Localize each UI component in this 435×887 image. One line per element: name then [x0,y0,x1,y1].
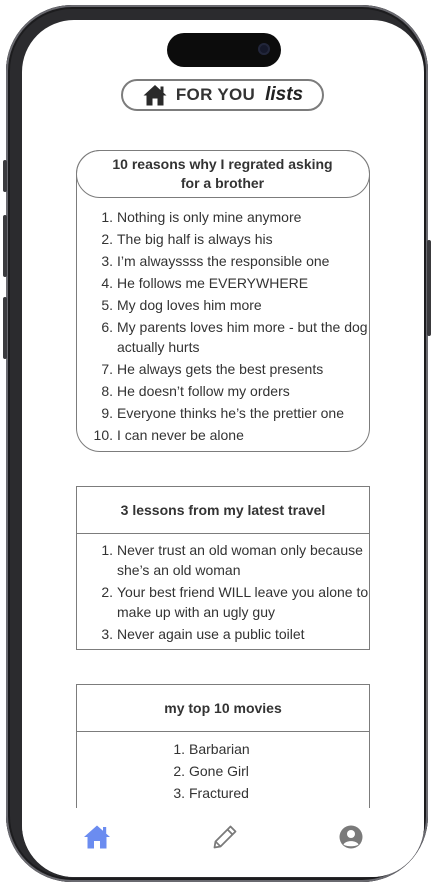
action-button [3,160,7,192]
list-item-text: I can never be alone [117,427,244,443]
tab-profile[interactable] [336,822,366,852]
tab-home[interactable] [82,822,112,852]
dynamic-island [167,33,281,67]
list-item-number: 9. [101,405,113,421]
list-items: 1. Barbarian 2. Gone Girl 3. Fractured [77,732,369,803]
list-item-text: Everyone thinks he’s the prettier one [117,405,344,421]
page-header: FOR YOU lists [121,79,324,111]
list-item: 8. He doesn’t follow my orders [84,381,369,401]
list-item-text: He doesn’t follow my orders [117,383,290,399]
volume-down-button [3,297,7,359]
list-card-title: my top 10 movies [77,685,369,732]
list-item: 1. Never trust an old woman only because … [84,540,369,580]
list-item-number: 3. [101,253,113,269]
list-item: 2. The big half is always his [84,229,369,249]
list-item-number: 8. [101,383,113,399]
list-items: 1. Never trust an old woman only because … [77,534,369,644]
list-item: 4. He follows me EVERYWHERE [84,273,369,293]
list-item-text: He follows me EVERYWHERE [117,275,309,291]
list-card-title: 3 lessons from my latest travel [77,487,369,534]
profile-icon [339,825,363,849]
list-item-text: He always gets the best presents [117,361,324,377]
list-item-number: 7. [101,361,113,377]
list-item: 10. I can never be alone [84,425,369,445]
list-item-text: Barbarian [189,741,250,757]
list-item-text: Nothing is only mine anymore [117,209,302,225]
phone-frame: FOR YOU lists 10 reasons why I regrated … [3,5,431,882]
list-item-number: 3. [101,626,113,642]
list-item: 1. Nothing is only mine anymore [84,207,369,227]
tab-write[interactable] [210,822,240,852]
list-item-number: 1. [101,209,113,225]
list-card[interactable]: 10 reasons why I regrated asking for a b… [75,149,370,452]
list-item: 1. Barbarian [156,739,369,759]
page-subtitle: lists [265,84,304,105]
list-item: 3. Fractured [156,783,369,803]
list-item: 5. My dog loves him more [84,295,369,315]
list-item-number: 1. [101,542,113,558]
list-item: 7. He always gets the best presents [84,359,369,379]
list-card-title: 10 reasons why I regrated asking for a b… [75,149,370,198]
list-item: 3. Never again use a public toilet [84,624,369,644]
list-item-text: My parents loves him more - but the dog … [117,319,368,355]
list-item-number: 6. [101,319,113,335]
list-item-text: Fractured [189,785,249,801]
list-item-text: Never again use a public toilet [117,626,305,642]
power-button [427,240,431,336]
list-item: 3. I’m alwayssss the responsible one [84,251,369,271]
list-card[interactable]: 3 lessons from my latest travel 1. Never … [76,486,370,650]
list-item-number: 2. [173,763,185,779]
pencil-icon [213,825,237,849]
list-item-text: The big half is always his [117,231,273,247]
list-item-number: 2. [101,231,113,247]
list-item-number: 5. [101,297,113,313]
list-item: 2. Your best friend WILL leave you alone … [84,582,369,622]
list-item-text: I’m alwayssss the responsible one [117,253,330,269]
camera-icon [258,43,270,55]
screen: FOR YOU lists 10 reasons why I regrated … [22,20,424,877]
list-item-number: 4. [101,275,113,291]
list-item-number: 2. [101,584,113,600]
page-title: FOR YOU [175,85,256,104]
list-items: 1. Nothing is only mine anymore 2. The big… [84,207,369,447]
list-item-text: Your best friend WILL leave you alone to… [117,584,369,620]
list-item-number: 1. [173,741,185,757]
tab-bar [22,808,424,877]
list-item: 2. Gone Girl [156,761,369,781]
list-item: 9. Everyone thinks he’s the prettier one [84,403,369,423]
list-item-number: 3. [173,785,185,801]
list-item-number: 10. [93,427,113,443]
home-icon [143,85,167,106]
list-item-text: Never trust an old woman only because sh… [117,542,363,578]
home-icon [84,825,110,849]
list-item-text: Gone Girl [189,763,249,779]
volume-up-button [3,215,7,277]
list-item-text: My dog loves him more [117,297,262,313]
list-item: 6. My parents loves him more - but the do… [84,317,369,357]
